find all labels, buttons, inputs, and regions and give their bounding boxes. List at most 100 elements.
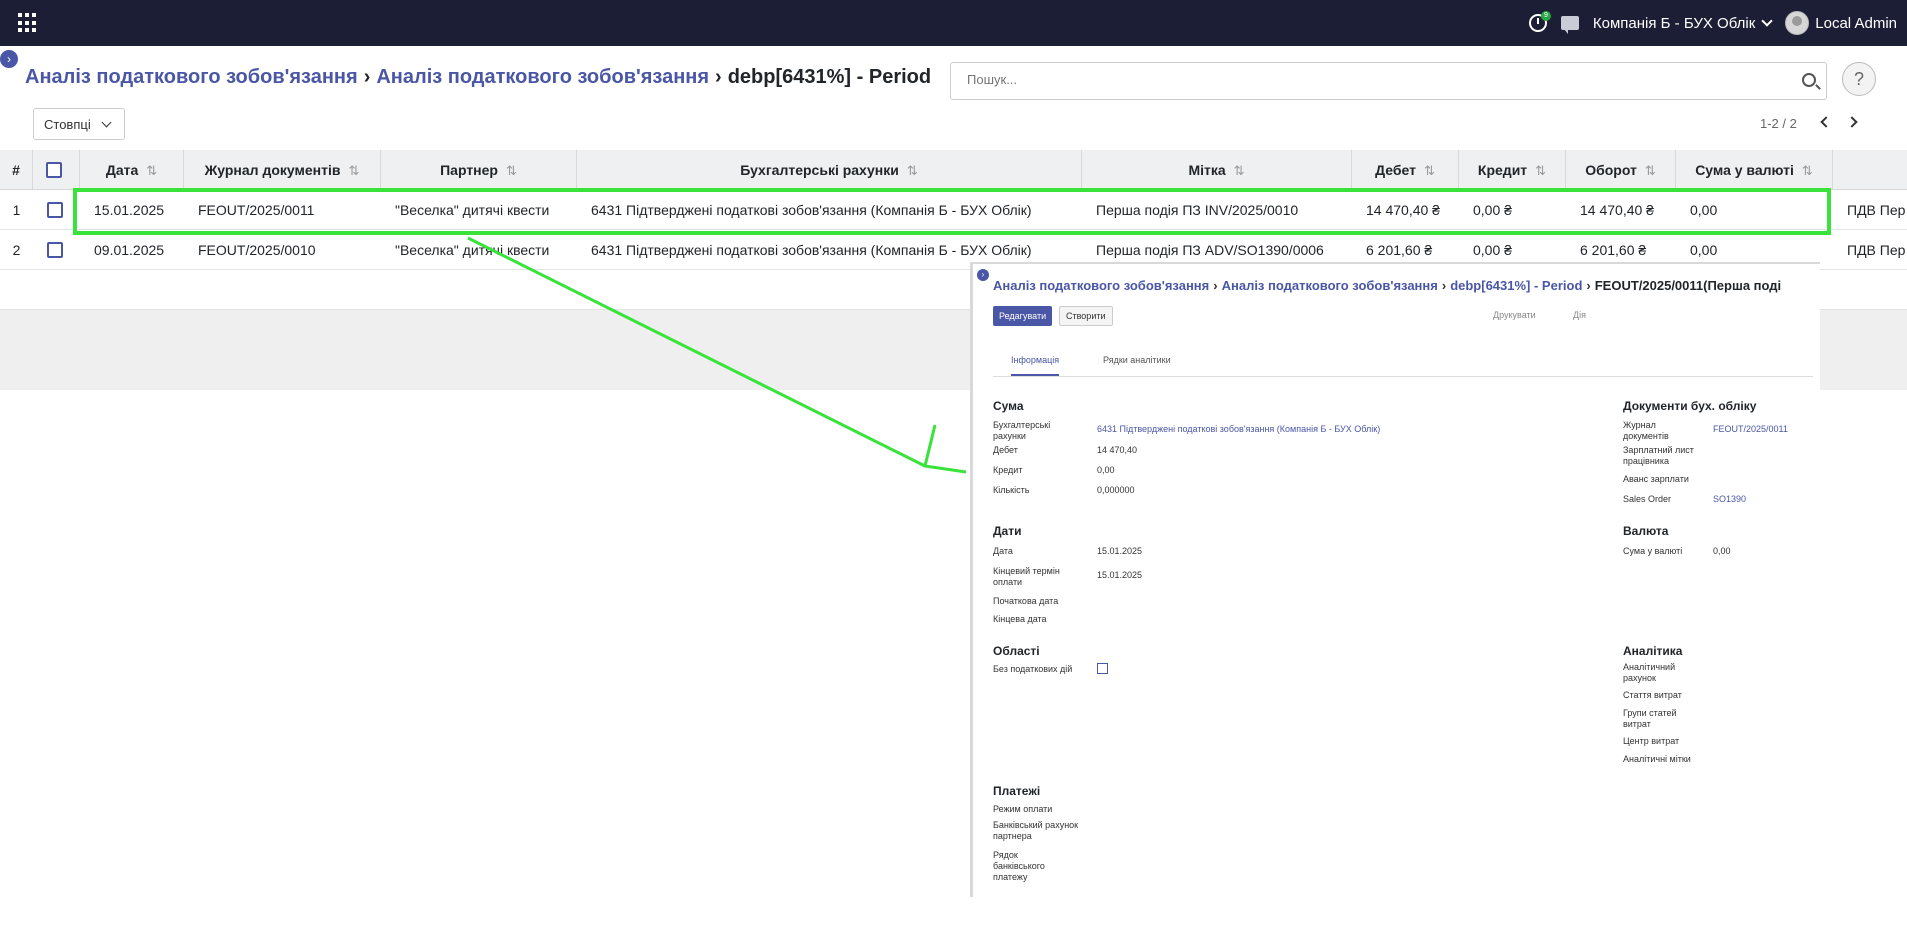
cell-journal: FEOUT/2025/0010 (198, 242, 316, 258)
col-header-debit[interactable]: Дебет ⇅ (1352, 150, 1459, 190)
breadcrumb-separator-icon: › (715, 66, 722, 88)
pager-previous-icon[interactable] (1820, 116, 1832, 128)
col-header-turnover[interactable]: Оборот ⇅ (1566, 150, 1676, 190)
sidebar-toggle-icon[interactable]: › (977, 269, 989, 281)
pager-value[interactable]: 1-2 / 2 (1760, 116, 1797, 131)
section-areas-title: Області (993, 644, 1040, 658)
search-icon[interactable] (1802, 73, 1816, 87)
col-header-currency-amount[interactable]: Сума у валюті ⇅ (1676, 150, 1833, 190)
row-number: 2 (12, 242, 21, 258)
tab-analytics[interactable]: Рядки аналітики (1103, 355, 1171, 365)
label-start-date: Початкова дата (993, 596, 1059, 606)
value-account[interactable]: 6431 Підтверджені податкові зобов'язання… (1097, 424, 1380, 434)
create-button[interactable]: Створити (1059, 306, 1113, 326)
table-row[interactable]: 1 15.01.2025 FEOUT/2025/0011 "Веселка" д… (0, 190, 1907, 230)
breadcrumb-separator-icon: › (1441, 278, 1447, 293)
cell-account: 6431 Підтверджені податкові зобов'язання… (591, 202, 1032, 218)
label-qty: Кількість (993, 485, 1030, 495)
columns-button-label: Стовпці (44, 116, 91, 132)
label-no-tax: Без податкових дій (993, 664, 1073, 674)
help-button[interactable]: ? (1842, 62, 1876, 96)
search-input[interactable] (967, 72, 1747, 87)
sort-icon: ⇅ (1535, 163, 1547, 178)
breadcrumb-item-1[interactable]: Аналіз податкового зобов'язання (25, 66, 358, 88)
no-tax-checkbox[interactable] (1097, 663, 1108, 674)
sidebar-toggle-icon[interactable]: › (0, 50, 18, 68)
col-header-currency-amount-label: Сума у валюті (1695, 162, 1794, 178)
label-journal: Журнал документів (1623, 420, 1669, 441)
col-header-account[interactable]: Бухгалтерські рахунки ⇅ (577, 150, 1082, 190)
company-name: Компанія Б - БУХ Облік (1592, 14, 1756, 32)
user-menu[interactable]: Local Admin (1785, 11, 1897, 35)
breadcrumb-separator-icon: › (363, 66, 371, 88)
label-debit: Дебет (993, 445, 1018, 455)
table-header: # Дата ⇅ Журнал документів ⇅ Партнер ⇅ Бухг… (0, 150, 1907, 190)
apps-menu-icon[interactable] (18, 13, 38, 33)
inset-breadcrumb-item-3[interactable]: debp[6431%] - Period (1450, 278, 1582, 293)
avatar (1785, 11, 1810, 35)
label-credit: Кредит (993, 465, 1023, 475)
cell-journal: FEOUT/2025/0011 (198, 202, 315, 218)
inset-breadcrumb-item-1[interactable]: Аналіз податкового зобов'язання (993, 278, 1209, 293)
cell-partner: "Веселка" дитячі квести (395, 202, 550, 218)
row-checkbox[interactable] (47, 202, 63, 218)
user-name: Local Admin (1815, 14, 1897, 32)
notification-badge: 9 (1540, 11, 1551, 21)
row-checkbox[interactable] (47, 242, 63, 258)
value-due-date: 15.01.2025 (1097, 570, 1143, 580)
page-title: debp[6431%] - Period (727, 66, 932, 88)
label-partner-bank: Банківський рахунок партнера (993, 820, 1079, 841)
section-currency-title: Валюта (1623, 524, 1669, 538)
cell-date: 09.01.2025 (94, 242, 165, 258)
label-advance: Аванс зарплати (1623, 474, 1689, 484)
label-currency-amount: Сума у валюті (1623, 546, 1683, 556)
top-navbar: 9 Компанія Б - БУХ Облік Local Admin (0, 0, 1907, 46)
action-menu[interactable]: Дія (1573, 310, 1586, 320)
col-header-select (33, 150, 80, 190)
value-currency-amount: 0,00 (1713, 546, 1731, 556)
pager-next-icon[interactable] (1846, 116, 1858, 128)
activity-clock-icon[interactable]: 9 (1528, 11, 1551, 32)
breadcrumb-item-2[interactable]: Аналіз податкового зобов'язання (376, 66, 709, 88)
label-end-date: Кінцева дата (993, 614, 1047, 624)
sort-icon: ⇅ (146, 163, 158, 178)
columns-button[interactable]: Стовпці (33, 108, 125, 140)
section-analytics-title: Аналітика (1623, 644, 1683, 658)
search-bar[interactable] (950, 62, 1827, 100)
inset-page-title: FEOUT/2025/0011(Перша поді (1594, 278, 1782, 293)
sort-icon: ⇅ (1423, 163, 1435, 178)
value-qty: 0,000000 (1097, 485, 1135, 495)
section-dates-title: Дати (993, 524, 1022, 538)
col-header-date[interactable]: Дата ⇅ (80, 150, 184, 190)
value-credit: 0,00 (1097, 465, 1115, 475)
print-menu[interactable]: Друкувати (1493, 310, 1536, 320)
tab-info[interactable]: Інформація (1011, 355, 1060, 376)
edit-button[interactable]: Редагувати (993, 306, 1053, 326)
cell-label: Перша подія ПЗ INV/2025/0010 (1096, 202, 1299, 218)
col-header-label[interactable]: Мітка ⇅ (1082, 150, 1352, 190)
breadcrumb-separator-icon: › (1213, 278, 1218, 293)
select-all-checkbox[interactable] (46, 162, 62, 178)
value-sales-order[interactable]: SO1390 (1713, 494, 1746, 504)
sort-icon: ⇅ (1801, 163, 1813, 178)
sort-icon: ⇅ (906, 163, 918, 178)
inset-breadcrumb-item-2[interactable]: Аналіз податкового зобов'язання (1222, 278, 1438, 293)
value-date: 15.01.2025 (1097, 546, 1143, 556)
label-payment-mode: Режим оплати (993, 804, 1053, 814)
col-header-journal[interactable]: Журнал документів ⇅ (184, 150, 381, 190)
cell-extra: ПДВ Пер (1847, 242, 1906, 258)
cell-partner: "Веселка" дитячі квести (395, 242, 550, 258)
label-sales-order: Sales Order (1623, 494, 1672, 504)
company-switcher[interactable]: Компанія Б - БУХ Облік (1592, 14, 1773, 32)
col-header-partner[interactable]: Партнер ⇅ (381, 150, 577, 190)
breadcrumb-separator-icon: › (1586, 278, 1591, 293)
col-header-credit[interactable]: Кредит ⇅ (1459, 150, 1566, 190)
label-payslip: Зарплатний лист працівника (1623, 445, 1694, 466)
value-journal[interactable]: FEOUT/2025/0011 (1713, 424, 1788, 434)
cell-currency-amount: 0,00 (1690, 202, 1718, 218)
cell-turnover: 14 470,40 ₴ (1580, 202, 1654, 218)
label-expense-item: Стаття витрат (1623, 690, 1682, 700)
col-header-debit-label: Дебет (1375, 162, 1416, 178)
chat-icon[interactable] (1560, 16, 1579, 34)
label-analytic-tags: Аналітичні мітки (1623, 754, 1691, 764)
